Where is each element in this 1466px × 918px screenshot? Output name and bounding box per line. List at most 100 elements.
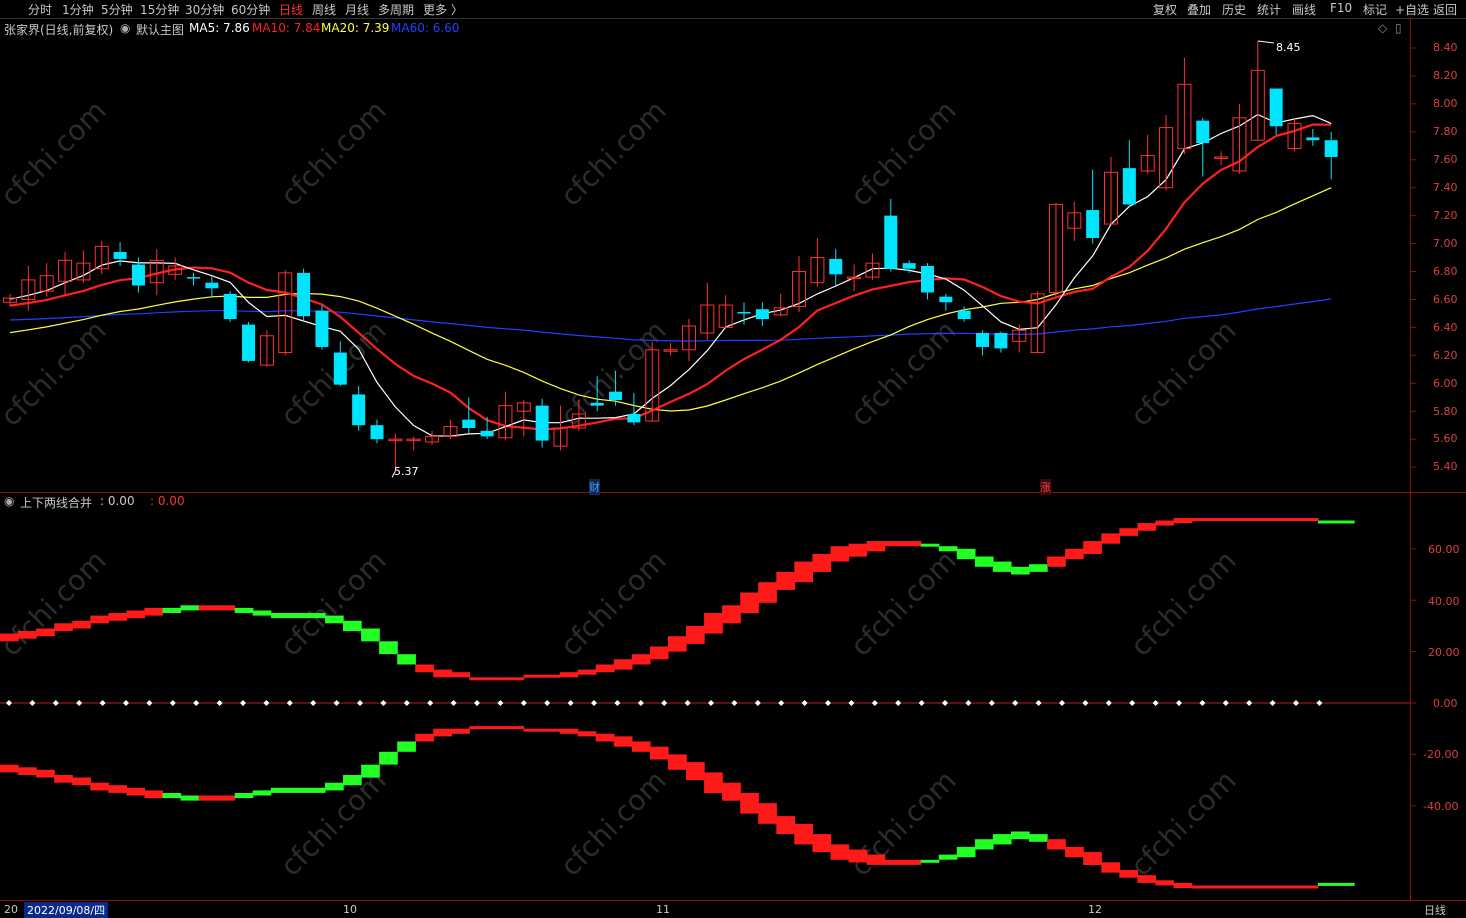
zero-diamond	[310, 700, 317, 706]
candle-body-up	[443, 426, 458, 437]
ytick-main: 6.40	[1433, 321, 1458, 334]
zero-diamond	[801, 700, 808, 706]
zero-diamond	[988, 700, 995, 706]
period-60min[interactable]: 60分钟	[231, 1, 270, 18]
zero-diamond	[263, 700, 270, 706]
btn-add-watchlist[interactable]: +自选	[1395, 1, 1429, 18]
lower-band-segment	[1083, 852, 1102, 865]
lower-band-segment	[794, 823, 813, 845]
stock-title: 张家界(日线,前复权)	[4, 23, 114, 37]
candle-body-down	[737, 312, 751, 314]
upper-band-segment	[505, 677, 525, 681]
zero-diamond	[591, 700, 597, 706]
lower-band-segment	[559, 728, 579, 734]
candle-body-up	[553, 427, 568, 447]
zero-diamond	[871, 700, 878, 706]
period-30min[interactable]: 30分钟	[185, 1, 224, 18]
btn-stats[interactable]: 统计	[1257, 1, 1281, 18]
diamond-icon[interactable]: ◇	[1378, 21, 1387, 35]
period-more[interactable]: 更多 〉	[423, 1, 463, 18]
upper-band-segment	[812, 553, 832, 572]
period-1min[interactable]: 1分钟	[62, 1, 94, 18]
upper-band-segment	[1119, 528, 1138, 536]
lower-band-segment	[595, 733, 615, 742]
rise-marker[interactable]: 涨	[1040, 479, 1051, 495]
candle-body-down	[242, 324, 256, 361]
period-daily[interactable]: 日线	[279, 1, 303, 18]
btn-overlay[interactable]: 叠加	[1187, 1, 1211, 18]
upper-band-segment	[1065, 548, 1084, 560]
upper-band-segment	[162, 607, 182, 613]
zero-diamond	[497, 700, 504, 706]
candle-body-up	[39, 275, 54, 292]
lower-band-segment	[90, 782, 109, 791]
watermark: cfchi.com	[274, 94, 393, 213]
upper-band-segment	[631, 654, 651, 665]
lower-band-segment	[884, 859, 904, 865]
period-fenshi[interactable]: 分时	[28, 1, 52, 18]
period-15min[interactable]: 15分钟	[140, 1, 179, 18]
upper-band-segment	[595, 664, 615, 673]
zero-diamond	[520, 700, 527, 706]
period-weekly[interactable]: 周线	[312, 1, 336, 18]
upper-band-segment	[108, 613, 127, 621]
lower-band-segment	[234, 793, 254, 799]
upper-band-segment	[1155, 520, 1175, 526]
ytick-main: 6.20	[1433, 349, 1458, 362]
upper-band-segment	[523, 674, 543, 678]
indicator-collapse-icon[interactable]: ◉	[4, 494, 14, 508]
candle-body-up	[1012, 329, 1027, 342]
collapse-icon[interactable]: ◉	[120, 21, 130, 35]
watermark: cfchi.com	[554, 764, 673, 883]
zero-diamond	[216, 700, 223, 706]
ytick-main: 7.20	[1433, 209, 1458, 222]
zero-diamond	[1199, 700, 1206, 706]
period-multi[interactable]: 多周期	[378, 1, 414, 18]
candle-body-up	[571, 413, 586, 429]
lower-band-segment	[1029, 834, 1048, 842]
upper-band-segment	[740, 592, 759, 614]
upper-band-segment	[325, 615, 344, 624]
lower-band-segment	[144, 790, 164, 799]
candle-body-down	[480, 430, 494, 437]
watermark: cfchi.com	[1124, 314, 1243, 433]
candle-body-down	[921, 265, 934, 293]
watermark: cfchi.com	[1124, 544, 1243, 663]
upper-band-segment	[559, 672, 579, 678]
zero-diamond	[544, 700, 551, 706]
btn-f10[interactable]: F10	[1330, 1, 1352, 15]
btn-back[interactable]: 返回	[1433, 1, 1457, 18]
period-monthly[interactable]: 月线	[345, 1, 369, 18]
btn-draw[interactable]: 画线	[1292, 1, 1316, 18]
period-indicator[interactable]: 日线	[1424, 902, 1446, 918]
lower-band-segment	[776, 816, 795, 835]
finance-marker[interactable]: 财	[589, 479, 600, 495]
btn-history[interactable]: 历史	[1222, 1, 1246, 18]
watermark: cfchi.com	[274, 314, 393, 433]
lower-band-segment	[1317, 882, 1337, 886]
btn-mark[interactable]: 标记	[1363, 1, 1387, 18]
upper-band-segment	[722, 605, 741, 624]
upper-band-segment	[216, 605, 236, 611]
zero-diamond	[474, 700, 480, 706]
top-toolbar: 分时 1分钟 5分钟 15分钟 30分钟 60分钟 日线 周线 月线 多周期 更…	[0, 0, 1466, 18]
candle-body-down	[205, 282, 219, 289]
candle-body-up	[58, 259, 73, 282]
zero-diamond	[1059, 700, 1065, 706]
ma5-line	[9, 113, 1332, 437]
btn-fuquan[interactable]: 复权	[1153, 1, 1177, 18]
indicator-title[interactable]: 上下两线合并	[20, 494, 92, 511]
date-prefix: 20	[4, 903, 18, 916]
period-5min[interactable]: 5分钟	[101, 1, 133, 18]
panel-icon[interactable]: ▯	[1395, 21, 1402, 35]
month-label: 11	[656, 903, 670, 916]
candle-body-up	[1250, 69, 1265, 141]
template-label[interactable]: 默认主图	[136, 21, 184, 38]
upper-band-segment	[1263, 518, 1283, 521]
zero-diamond	[1012, 700, 1019, 706]
candle-body-up	[1140, 155, 1155, 172]
upper-band-segment	[306, 613, 326, 619]
lower-band-segment	[722, 782, 741, 801]
upper-band-segment	[54, 623, 73, 631]
zero-diamond	[1105, 700, 1112, 706]
